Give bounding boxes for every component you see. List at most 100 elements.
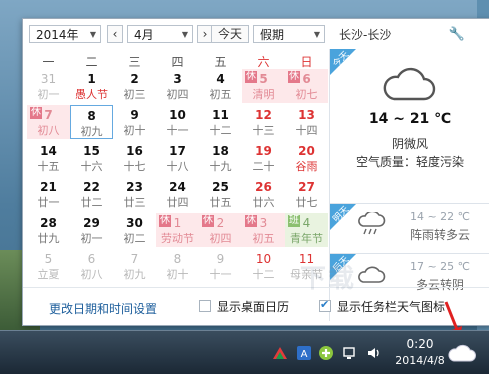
- lunar-date: 十九: [209, 160, 232, 173]
- lunar-date: 廿六: [252, 196, 275, 209]
- svg-text:A: A: [301, 349, 308, 360]
- day-number: 14: [40, 144, 57, 158]
- holiday-select-value: 假期: [260, 28, 285, 42]
- calendar-day[interactable]: 休 3 初五: [242, 213, 285, 247]
- change-datetime-link[interactable]: 更改日期和时间设置: [49, 300, 157, 317]
- calendar-day[interactable]: 18 十九: [199, 141, 242, 175]
- lunar-date: 十七: [123, 160, 146, 173]
- calendar-day[interactable]: 21 廿一: [27, 177, 70, 211]
- calendar-day[interactable]: 26 廿六: [242, 177, 285, 211]
- calendar-day[interactable]: 19 二十: [242, 141, 285, 175]
- lunar-date: 初八: [37, 124, 60, 137]
- year-select[interactable]: 2014年 ▼: [29, 25, 101, 43]
- calendar-day[interactable]: 休 7 初八: [27, 105, 70, 139]
- calendar-day[interactable]: 10 十二: [242, 249, 285, 283]
- show-desktop-calendar-checkbox[interactable]: [199, 300, 211, 312]
- volume-icon[interactable]: [366, 345, 382, 361]
- calendar-day[interactable]: 31 初一: [27, 69, 70, 103]
- calendar-day[interactable]: 20 谷雨: [285, 141, 328, 175]
- calendar-day[interactable]: 16 十七: [113, 141, 156, 175]
- calendar-day[interactable]: 12 十三: [242, 105, 285, 139]
- calendar-toolbar: 2014年 ▼ ‹ 4月 ▼ › 今天 假期 ▼: [29, 23, 341, 47]
- lunar-date: 初十: [166, 268, 189, 281]
- lunar-date: 二十: [252, 160, 275, 173]
- lunar-date: 十三: [252, 124, 275, 137]
- calendar-day[interactable]: 5 立夏: [27, 249, 70, 283]
- prev-month-button[interactable]: ‹: [107, 25, 123, 43]
- weekday-header: 一二三四五六日: [23, 53, 329, 69]
- day-number: 22: [83, 180, 100, 194]
- day-number: 30: [126, 216, 143, 230]
- holiday-select[interactable]: 假期 ▼: [253, 25, 325, 43]
- calendar-day[interactable]: 8 初十: [156, 249, 199, 283]
- day-number: 7: [130, 252, 139, 266]
- calendar-day[interactable]: 28 廿九: [27, 213, 70, 247]
- chevron-down-icon: ▼: [89, 30, 96, 39]
- calendar-day[interactable]: 3 初四: [156, 69, 199, 103]
- calendar-day[interactable]: 休 1 劳动节: [156, 213, 199, 247]
- tray-weather-cloud-icon[interactable]: [448, 343, 476, 363]
- lunar-date: 十六: [80, 160, 103, 173]
- lunar-date: 初三: [123, 88, 146, 101]
- calendar-day[interactable]: 11 十二: [199, 105, 242, 139]
- calendar-day[interactable]: 休 6 初七: [285, 69, 328, 103]
- calendar-day[interactable]: 6 初八: [70, 249, 113, 283]
- today-button[interactable]: 今天: [211, 25, 249, 43]
- day-number: 10: [255, 252, 272, 266]
- calendar-day[interactable]: 14 十五: [27, 141, 70, 175]
- calendar-day[interactable]: 班 4 青年节: [285, 213, 328, 247]
- lunar-date: 谷雨: [295, 160, 318, 173]
- calendar-day[interactable]: 9 十一: [199, 249, 242, 283]
- city-selector[interactable]: 长沙-长沙 🔧: [335, 25, 489, 45]
- calendar-day[interactable]: 休 5 清明: [242, 69, 285, 103]
- lunar-date: 十二: [209, 124, 232, 137]
- lunar-date: 十一: [209, 268, 232, 281]
- today-temperature: 14 ~ 21 ℃: [368, 111, 452, 127]
- calendar-day[interactable]: 13 十四: [285, 105, 328, 139]
- calendar-day[interactable]: 15 十六: [70, 141, 113, 175]
- calendar-day[interactable]: 24 廿四: [156, 177, 199, 211]
- day-number: 6: [302, 72, 311, 86]
- network-icon[interactable]: [342, 345, 358, 361]
- app-tray-icon[interactable]: [272, 345, 288, 361]
- cloud-icon: [383, 67, 436, 101]
- calendar-day[interactable]: 1 愚人节: [70, 69, 113, 103]
- calendar-day[interactable]: 休 2 初四: [199, 213, 242, 247]
- security-shield-icon[interactable]: A: [296, 345, 312, 361]
- taskbar-clock[interactable]: 0:20 2014/4/8: [392, 337, 448, 367]
- lunar-date: 廿九: [37, 232, 60, 245]
- day-number: 31: [40, 72, 57, 86]
- lunar-date: 廿二: [80, 196, 103, 209]
- show-tray-weather-label: 显示任务栏天气图标: [337, 300, 446, 314]
- day-number: 19: [255, 144, 272, 158]
- calendar-day[interactable]: 2 初三: [113, 69, 156, 103]
- calendar-day-today[interactable]: 8 初九: [70, 105, 113, 139]
- calendar-day[interactable]: 22 廿二: [70, 177, 113, 211]
- city-name: 长沙-长沙: [339, 28, 392, 42]
- taskbar: A 0:20 2014/4/8: [0, 330, 489, 374]
- wrench-icon[interactable]: 🔧: [449, 25, 465, 45]
- day-number: 15: [83, 144, 100, 158]
- calendar-day[interactable]: 27 廿七: [285, 177, 328, 211]
- calendar-day[interactable]: 10 十一: [156, 105, 199, 139]
- month-select[interactable]: 4月 ▼: [127, 25, 193, 43]
- tomorrow-temperature: 14 ~ 22 ℃: [409, 210, 471, 223]
- month-select-value: 4月: [134, 28, 154, 42]
- lunar-date: 廿三: [123, 196, 146, 209]
- calendar-day[interactable]: 30 初二: [113, 213, 156, 247]
- forecast-tomorrow[interactable]: 明天 14 ~ 22 ℃ 阵雨转多云: [330, 203, 489, 248]
- day-number: 21: [40, 180, 57, 194]
- popup-footer: 更改日期和时间设置 显示桌面日历 显示任务栏天气图标: [23, 287, 489, 326]
- calendar-day[interactable]: 7 初九: [113, 249, 156, 283]
- show-tray-weather-checkbox[interactable]: [319, 298, 331, 312]
- calendar-day[interactable]: 29 初一: [70, 213, 113, 247]
- calendar-day[interactable]: 4 初五: [199, 69, 242, 103]
- add-icon[interactable]: [318, 345, 334, 361]
- calendar-day[interactable]: 23 廿三: [113, 177, 156, 211]
- clock-date: 2014/4/8: [395, 354, 445, 367]
- calendar-day[interactable]: 9 初十: [113, 105, 156, 139]
- calendar-day[interactable]: 17 十八: [156, 141, 199, 175]
- weekday-label: 一: [42, 55, 55, 69]
- calendar-day[interactable]: 25 廿五: [199, 177, 242, 211]
- today-weather[interactable]: 今天 14 ~ 21 ℃ 阴微风 空气质量：轻度污染: [330, 49, 489, 189]
